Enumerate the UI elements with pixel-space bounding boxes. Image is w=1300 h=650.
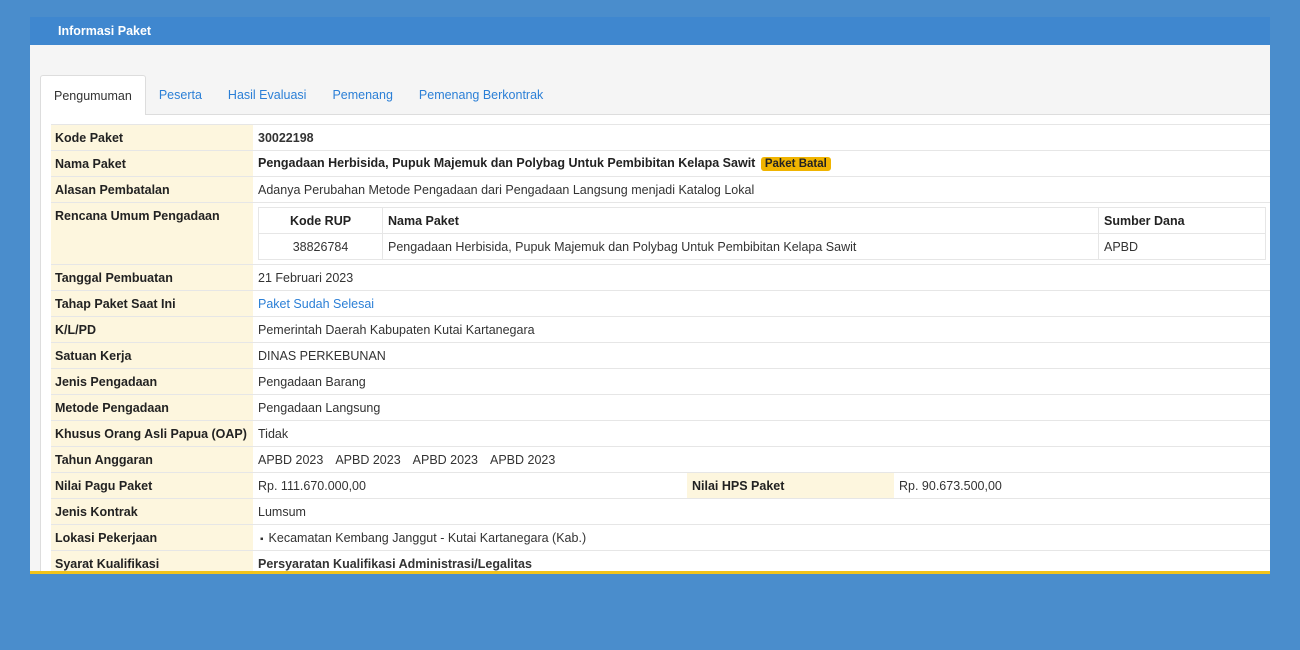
info-table: Kode Paket 30022198 Nama Paket Pengadaan…: [51, 124, 1270, 571]
nama-paket-value: Pengadaan Herbisida, Pupuk Majemuk dan P…: [258, 156, 756, 170]
table-row: Jenis Kontrak Lumsum: [51, 498, 1270, 525]
tab-pemenang[interactable]: Pemenang: [319, 75, 405, 115]
table-row: Rencana Umum Pengadaan Kode RUP Nama Pak…: [51, 202, 1270, 265]
row-label: Rencana Umum Pengadaan: [51, 202, 253, 265]
row-label: Tahun Anggaran: [51, 446, 253, 473]
lokasi-value: Kecamatan Kembang Janggut - Kutai Kartan…: [258, 531, 586, 545]
table-row: Syarat Kualifikasi Persyaratan Kualifika…: [51, 550, 1270, 571]
row-label: Metode Pengadaan: [51, 394, 253, 421]
row-label: Kode Paket: [51, 124, 253, 151]
rup-header-sumber: Sumber Dana: [1098, 207, 1266, 234]
tahap-cell: Paket Sudah Selesai: [253, 290, 1270, 317]
lokasi-cell: Kecamatan Kembang Janggut - Kutai Kartan…: [253, 524, 1270, 551]
row-label: Syarat Kualifikasi: [51, 550, 253, 571]
row-label: Satuan Kerja: [51, 342, 253, 369]
panel-title: Informasi Paket: [30, 17, 1270, 45]
alasan-value: Adanya Perubahan Metode Pengadaan dari P…: [253, 176, 1270, 203]
kontrak-value: Lumsum: [253, 498, 1270, 525]
info-panel: Informasi Paket Pengumuman Peserta Hasil…: [30, 17, 1270, 574]
table-row: Nilai Pagu Paket Rp. 111.670.000,00 Nila…: [51, 472, 1270, 499]
table-row: Tahap Paket Saat Ini Paket Sudah Selesai: [51, 290, 1270, 317]
tab-pemenang-berkontrak[interactable]: Pemenang Berkontrak: [406, 75, 556, 115]
row-label: Tahap Paket Saat Ini: [51, 290, 253, 317]
jenis-value: Pengadaan Barang: [253, 368, 1270, 395]
row-label: Jenis Pengadaan: [51, 368, 253, 395]
row-label: Jenis Kontrak: [51, 498, 253, 525]
table-row: Satuan Kerja DINAS PERKEBUNAN: [51, 342, 1270, 369]
nama-paket-cell: Pengadaan Herbisida, Pupuk Majemuk dan P…: [253, 150, 1270, 177]
table-row: Alasan Pembatalan Adanya Perubahan Metod…: [51, 176, 1270, 203]
table-row: Kode Paket 30022198: [51, 124, 1270, 151]
rup-row: 38826784 Pengadaan Herbisida, Pupuk Maje…: [258, 233, 1266, 260]
tab-content: Kode Paket 30022198 Nama Paket Pengadaan…: [40, 115, 1270, 571]
rup-header-nama: Nama Paket: [382, 207, 1099, 234]
row-label: Khusus Orang Asli Papua (OAP): [51, 420, 253, 447]
rup-kode-value: 38826784: [258, 233, 383, 260]
tab-peserta[interactable]: Peserta: [146, 75, 215, 115]
row-label: Lokasi Pekerjaan: [51, 524, 253, 551]
syarat-value: Persyaratan Kualifikasi Administrasi/Leg…: [253, 550, 1270, 571]
table-row: Tahun Anggaran APBD 2023 APBD 2023 APBD 20…: [51, 446, 1270, 473]
rup-nama-value: Pengadaan Herbisida, Pupuk Majemuk dan P…: [382, 233, 1099, 260]
tab-bar: Pengumuman Peserta Hasil Evaluasi Pemena…: [40, 75, 1270, 116]
tahap-link[interactable]: Paket Sudah Selesai: [258, 297, 374, 311]
rup-header-row: Kode RUP Nama Paket Sumber Dana: [258, 207, 1266, 234]
tahun-item: APBD 2023: [335, 452, 401, 467]
table-row: Khusus Orang Asli Papua (OAP) Tidak: [51, 420, 1270, 447]
klpd-value: Pemerintah Daerah Kabupaten Kutai Kartan…: [253, 316, 1270, 343]
row-label: Tanggal Pembuatan: [51, 264, 253, 291]
row-label: Nama Paket: [51, 150, 253, 177]
rup-sumber-value: APBD: [1098, 233, 1266, 260]
rup-table: Kode RUP Nama Paket Sumber Dana 38826784…: [258, 207, 1266, 260]
oap-value: Tidak: [253, 420, 1270, 447]
table-row: Nama Paket Pengadaan Herbisida, Pupuk Ma…: [51, 150, 1270, 177]
hps-value: Rp. 90.673.500,00: [894, 472, 1270, 499]
table-row: Tanggal Pembuatan 21 Februari 2023: [51, 264, 1270, 291]
table-row: Metode Pengadaan Pengadaan Langsung: [51, 394, 1270, 421]
tahun-item: APBD 2023: [412, 452, 478, 467]
rup-header-kode: Kode RUP: [258, 207, 383, 234]
tahun-item: APBD 2023: [489, 452, 556, 467]
rup-cell: Kode RUP Nama Paket Sumber Dana 38826784…: [253, 202, 1270, 265]
metode-value: Pengadaan Langsung: [253, 394, 1270, 421]
table-row: Jenis Pengadaan Pengadaan Barang: [51, 368, 1270, 395]
table-row: Lokasi Pekerjaan Kecamatan Kembang Jangg…: [51, 524, 1270, 551]
row-label: K/L/PD: [51, 316, 253, 343]
pagu-value: Rp. 111.670.000,00: [253, 472, 687, 499]
tab-hasil-evaluasi[interactable]: Hasil Evaluasi: [215, 75, 320, 115]
tab-pengumuman[interactable]: Pengumuman: [40, 75, 146, 116]
table-row: K/L/PD Pemerintah Daerah Kabupaten Kutai…: [51, 316, 1270, 343]
status-badge: Paket Batal: [760, 157, 831, 171]
kode-paket-value: 30022198: [253, 124, 1270, 151]
tahun-item: APBD 2023: [258, 452, 324, 467]
satker-value: DINAS PERKEBUNAN: [253, 342, 1270, 369]
row-label: Nilai Pagu Paket: [51, 472, 253, 499]
hps-label: Nilai HPS Paket: [687, 472, 894, 499]
tahun-cell: APBD 2023 APBD 2023 APBD 2023 APBD 2023: [253, 446, 1270, 473]
tanggal-value: 21 Februari 2023: [253, 264, 1270, 291]
row-label: Alasan Pembatalan: [51, 176, 253, 203]
